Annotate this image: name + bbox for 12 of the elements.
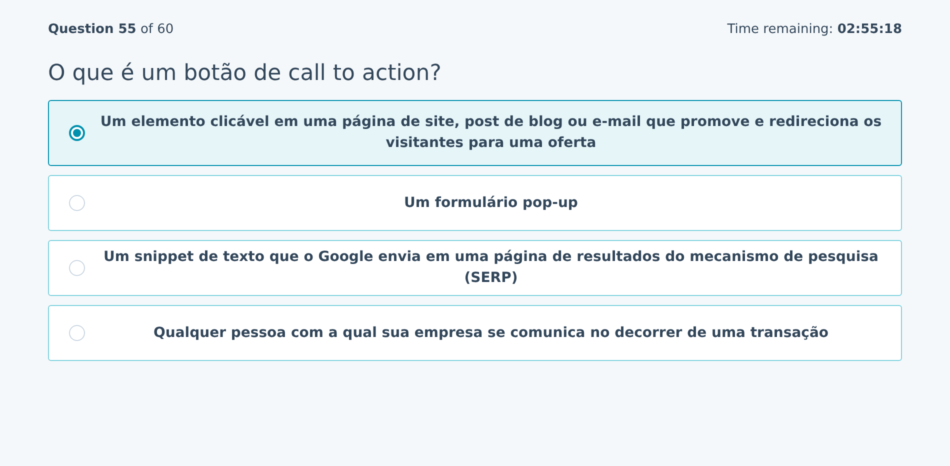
answer-text: Qualquer pessoa com a qual sua empresa se comunica no decorrer de uma transação [152, 324, 830, 342]
question-counter: Question 55 of 60 [48, 22, 174, 37]
answer-option[interactable]: Um formulário pop-up [48, 175, 902, 231]
time-remaining: Time remaining: 02:55:18 [727, 22, 902, 37]
answer-text: Um elemento clicável em uma página de site, post de blog ou e-mail que promove e redireciona os visitantes para uma oferta [99, 113, 883, 153]
answer-text: Um formulário pop-up [403, 194, 579, 212]
question-text: O que é um botão de call to action? [48, 61, 442, 86]
answer-text: Um snippet de texto que o Google envia em uma página de resultados do mecanismo de pesquisa (SERP) [102, 248, 880, 288]
answer-option[interactable]: Um elemento clicável em uma página de site, post de blog ou e-mail que promove e redireciona os visitantes para uma oferta [48, 100, 902, 166]
answer-option[interactable]: Qualquer pessoa com a qual sua empresa se comunica no decorrer de uma transação [48, 305, 902, 361]
radio-button[interactable] [69, 125, 85, 141]
answer-option[interactable]: Um snippet de texto que o Google envia em uma página de resultados do mecanismo de pesquisa (SERP) [48, 240, 902, 296]
